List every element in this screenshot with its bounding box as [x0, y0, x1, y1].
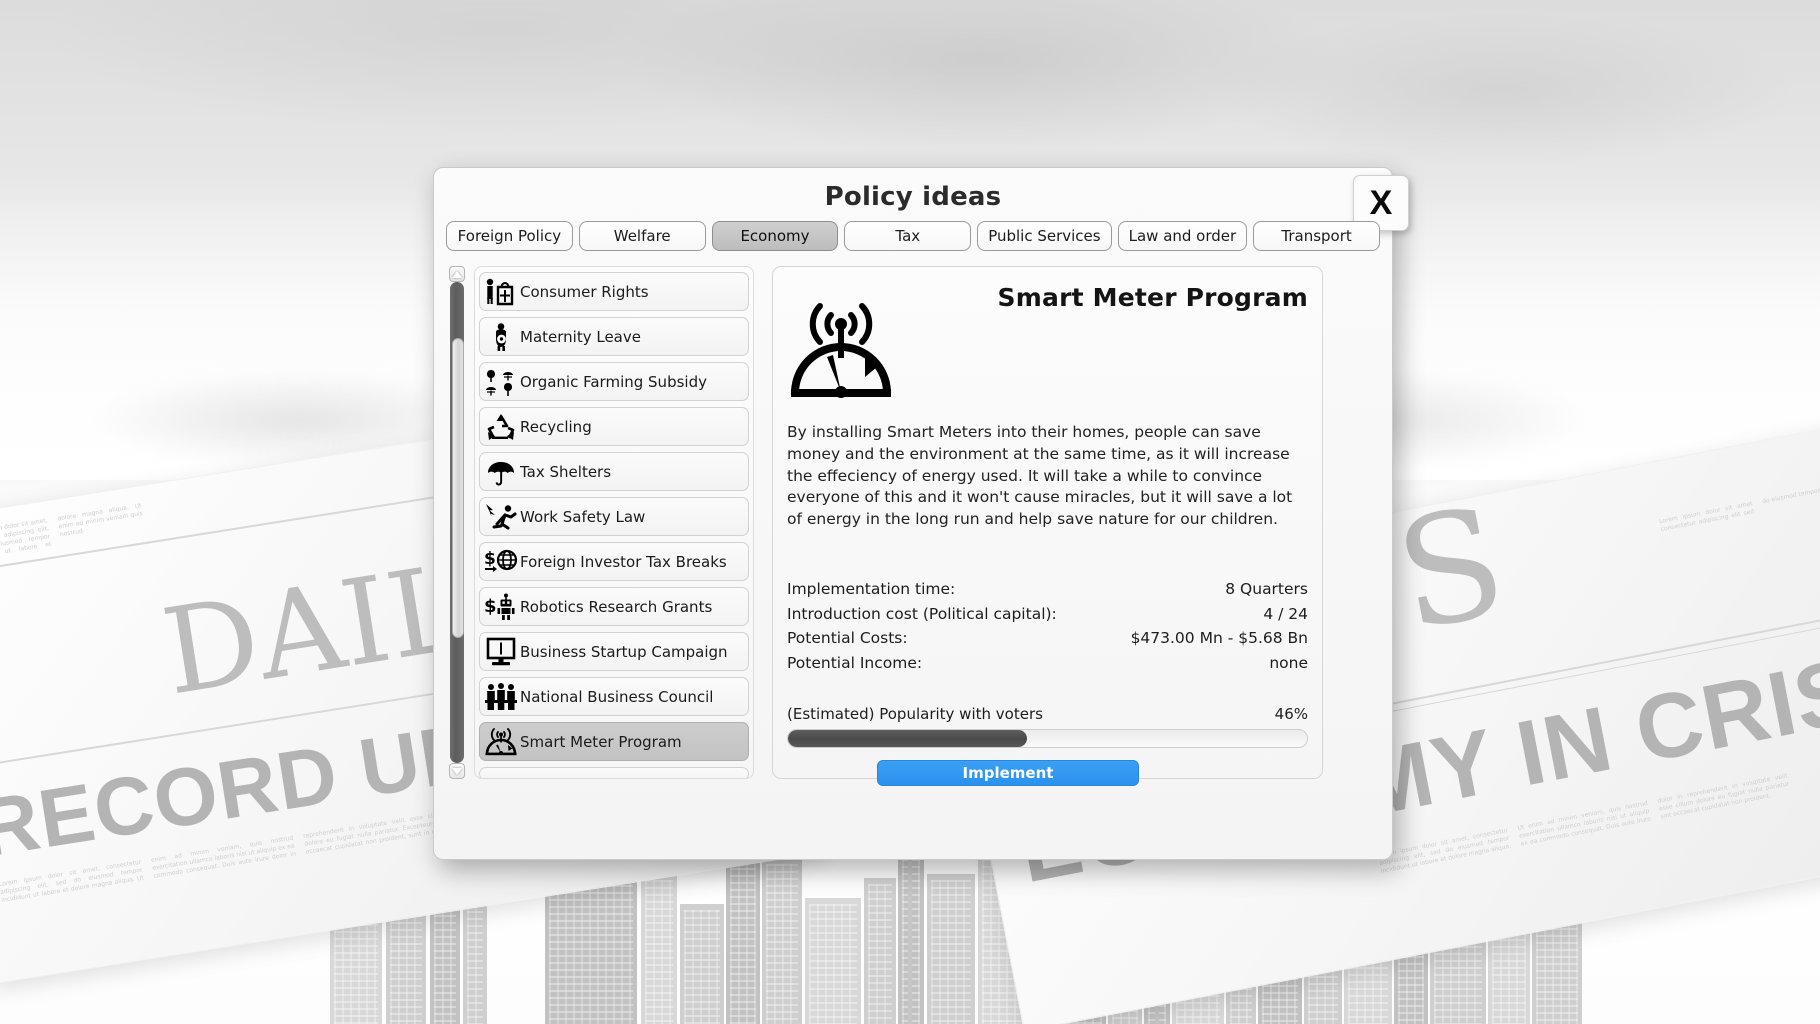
tab-welfare[interactable]: Welfare	[578, 221, 706, 251]
list-item-label: Robotics Research Grants	[520, 597, 713, 616]
smart-meter-icon	[482, 725, 520, 759]
stat-row: Potential Costs: $473.00 Mn - $5.68 Bn	[787, 629, 1308, 647]
list-item[interactable]: $ Robotics Research Grants	[479, 587, 749, 626]
maternity-leave-icon	[482, 320, 520, 354]
list-item-label: Work Safety Law	[520, 507, 646, 526]
popularity-progress-bar	[787, 729, 1308, 748]
policy-list-scrollbar[interactable]	[448, 266, 466, 779]
list-item-label: Business Startup Campaign	[520, 642, 728, 661]
stat-value: 8 Quarters	[1225, 580, 1308, 598]
scrollbar-track[interactable]	[450, 282, 464, 763]
stat-value: none	[1269, 653, 1308, 672]
list-item[interactable]: Maternity Leave	[479, 317, 749, 356]
chevron-down-icon	[452, 767, 462, 775]
implement-button[interactable]: Implement	[877, 760, 1139, 786]
dollar-robot-icon: $	[482, 590, 520, 624]
list-item-label: Foreign Investor Tax Breaks	[520, 552, 727, 571]
scroll-up-button[interactable]	[449, 266, 465, 282]
recycling-icon	[482, 410, 520, 444]
list-item[interactable]: $ Foreign Investor Tax Breaks	[479, 542, 749, 581]
list-item[interactable]: Organic Farming Subsidy	[479, 362, 749, 401]
svg-text:$: $	[484, 596, 497, 617]
scrollbar-thumb[interactable]	[452, 338, 464, 638]
tab-foreign-policy[interactable]: Foreign Policy	[446, 221, 573, 251]
list-item[interactable]: Work Safety Law	[479, 497, 749, 536]
tab-public-services[interactable]: Public Services	[977, 221, 1112, 251]
stat-label: Introduction cost (Political capital):	[787, 604, 1057, 623]
monitor-icon	[482, 635, 520, 669]
stat-label: Potential Income:	[787, 653, 923, 672]
dollar-globe-icon: $	[482, 545, 520, 579]
smart-meter-icon	[787, 289, 895, 399]
stat-value: 4 / 24	[1263, 604, 1308, 623]
work-safety-icon	[482, 500, 520, 534]
list-item[interactable]: National Business Council	[479, 677, 749, 716]
scroll-down-button[interactable]	[449, 763, 465, 779]
list-item[interactable]	[479, 767, 749, 778]
list-item[interactable]: Tax Shelters	[479, 452, 749, 491]
stat-value: $473.00 Mn - $5.68 Bn	[1130, 629, 1308, 647]
policy-list: Consumer Rights Maternity Leave Organic Fa…	[479, 272, 749, 778]
list-item-label: Organic Farming Subsidy	[520, 372, 707, 391]
list-item-label: Recycling	[520, 417, 592, 436]
list-item[interactable]: Recycling	[479, 407, 749, 446]
stat-label: Potential Costs:	[787, 629, 908, 647]
consumer-rights-icon	[482, 275, 520, 309]
popularity-label: (Estimated) Popularity with voters	[787, 705, 1043, 723]
list-item[interactable]: Business Startup Campaign	[479, 632, 749, 671]
policy-ideas-dialog: Policy ideas X Foreign Policy Welfare Econ…	[433, 167, 1409, 860]
list-item-label: Tax Shelters	[520, 462, 612, 481]
list-item[interactable]: Consumer Rights	[479, 272, 749, 311]
list-item-label: Maternity Leave	[520, 327, 641, 346]
stat-row: Introduction cost (Political capital): 4 …	[787, 605, 1308, 623]
policy-detail-title: Smart Meter Program	[997, 283, 1308, 312]
tab-tax[interactable]: Tax	[844, 221, 972, 251]
stat-label: Implementation time:	[787, 580, 956, 598]
popularity-row: (Estimated) Popularity with voters 46%	[787, 705, 1308, 723]
people-group-icon	[482, 680, 520, 714]
stat-row: Implementation time: 8 Quarters	[787, 580, 1308, 598]
policy-detail-panel: Smart Meter Program By installing Smart …	[772, 266, 1323, 786]
list-item-label: Smart Meter Program	[520, 732, 682, 751]
stat-row: Potential Income: none	[787, 654, 1308, 672]
tab-law-and-order[interactable]: Law and order	[1117, 221, 1248, 251]
list-item[interactable]: Smart Meter Program	[479, 722, 749, 761]
tab-economy[interactable]: Economy	[711, 221, 839, 251]
organic-farming-icon	[482, 365, 520, 399]
chevron-up-icon	[452, 270, 462, 278]
policy-description: By installing Smart Meters into their ho…	[787, 423, 1293, 529]
tab-transport[interactable]: Transport	[1253, 221, 1380, 251]
popularity-progress-fill	[788, 730, 1027, 747]
policy-stats: Implementation time: 8 Quarters Introducti…	[787, 580, 1308, 678]
policy-list-panel: Consumer Rights Maternity Leave Organic Fa…	[474, 266, 754, 779]
popularity-value: 46%	[1274, 705, 1308, 723]
dialog-title: Policy ideas	[824, 182, 1002, 212]
list-item-label: Consumer Rights	[520, 282, 649, 301]
umbrella-icon	[482, 455, 520, 489]
list-item-label: National Business Council	[520, 687, 714, 706]
svg-text:$: $	[484, 549, 496, 569]
category-tab-bar: Foreign Policy Welfare Economy Tax Public Se…	[446, 221, 1380, 251]
